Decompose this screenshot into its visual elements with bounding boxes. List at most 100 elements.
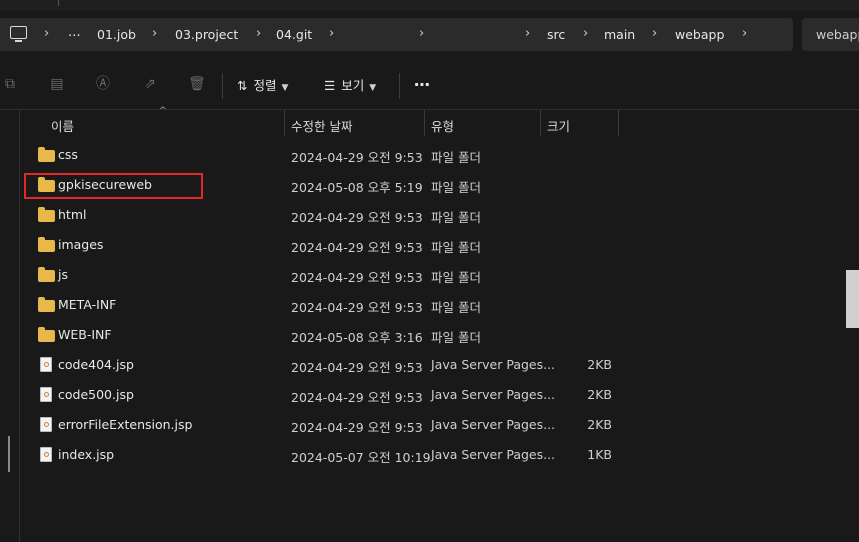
chevron-right-icon[interactable]: ›	[742, 26, 747, 41]
file-modified: 2024-04-29 오전 9:53	[291, 210, 423, 225]
search-box[interactable]: webapp	[802, 18, 859, 51]
file-size: 2KB	[587, 387, 612, 402]
file-type: 파일 폴더	[431, 270, 481, 285]
file-modified: 2024-05-07 오전 10:19	[291, 450, 431, 465]
file-row[interactable]: js 2024-04-29 오전 9:53 파일 폴더	[20, 259, 846, 289]
file-row[interactable]: errorFileExtension.jsp 2024-04-29 오전 9:53…	[20, 409, 846, 439]
jsp-file-icon	[40, 417, 52, 432]
column-header-size[interactable]: 크기	[541, 110, 618, 136]
column-separator[interactable]	[618, 110, 619, 136]
command-bar: ⧉ ▤ Ⓐ ⇗ 🗑 ⇅ 정렬 ▼ ☰ 보기 ▼ ⋯	[0, 60, 859, 108]
file-size: 1KB	[587, 447, 612, 462]
folder-icon	[38, 267, 55, 282]
breadcrumb-item-webapp[interactable]: webapp	[675, 27, 724, 42]
rename-icon[interactable]: Ⓐ	[95, 76, 111, 92]
this-pc-icon[interactable]	[10, 26, 27, 42]
sort-label: 정렬	[253, 78, 277, 93]
file-row[interactable]: gpkisecureweb 2024-05-08 오후 5:19 파일 폴더	[20, 169, 846, 199]
folder-icon	[38, 237, 55, 252]
file-name: css	[58, 147, 78, 162]
file-name: html	[58, 207, 87, 222]
file-row[interactable]: code500.jsp 2024-04-29 오전 9:53 Java Server…	[20, 379, 846, 409]
folder-icon	[38, 177, 55, 192]
breadcrumb-item-src[interactable]: src	[547, 27, 565, 42]
file-modified: 2024-05-08 오후 3:16	[291, 330, 423, 345]
chevron-right-icon[interactable]: ›	[652, 26, 657, 41]
sort-icon: ⇅	[237, 78, 248, 93]
file-modified: 2024-04-29 오전 9:53	[291, 300, 423, 315]
file-type: 파일 폴더	[431, 180, 481, 195]
folder-icon	[38, 147, 55, 162]
file-name: WEB-INF	[58, 327, 112, 342]
breadcrumb-item-01-job[interactable]: 01.job	[97, 27, 136, 42]
delete-icon[interactable]: 🗑	[188, 76, 206, 92]
file-modified: 2024-04-29 오전 9:53	[291, 360, 423, 375]
file-type: 파일 폴더	[431, 150, 481, 165]
file-type: Java Server Pages...	[431, 357, 556, 372]
chevron-right-icon[interactable]: ›	[152, 26, 157, 41]
file-row[interactable]: code404.jsp 2024-04-29 오전 9:53 Java Server…	[20, 349, 846, 379]
file-name: js	[58, 267, 68, 282]
file-modified: 2024-04-29 오전 9:53	[291, 270, 423, 285]
file-name: code404.jsp	[58, 357, 134, 372]
file-row[interactable]: WEB-INF 2024-05-08 오후 3:16 파일 폴더	[20, 319, 846, 349]
title-strip	[0, 0, 859, 10]
file-name: code500.jsp	[58, 387, 134, 402]
more-options-button[interactable]: ⋯	[414, 75, 431, 94]
file-type: Java Server Pages...	[431, 447, 556, 462]
file-modified: 2024-04-29 오전 9:53	[291, 150, 423, 165]
column-header-name[interactable]: 이름	[20, 110, 284, 136]
view-button[interactable]: ☰ 보기 ▼	[324, 75, 376, 94]
chevron-down-icon: ▼	[369, 83, 377, 93]
toolbar-divider	[399, 73, 400, 99]
chevron-right-icon[interactable]: ›	[44, 26, 49, 41]
file-modified: 2024-04-29 오전 9:53	[291, 420, 423, 435]
breadcrumb-item-03-project[interactable]: 03.project	[175, 27, 238, 42]
column-header-type[interactable]: 유형	[425, 110, 540, 136]
file-name: errorFileExtension.jsp	[58, 417, 193, 432]
file-type: 파일 폴더	[431, 330, 481, 345]
chevron-right-icon[interactable]: ›	[419, 26, 424, 41]
file-row[interactable]: css 2024-04-29 오전 9:53 파일 폴더	[20, 139, 846, 169]
sort-ascending-icon: ^	[159, 106, 167, 116]
file-row[interactable]: images 2024-04-29 오전 9:53 파일 폴더	[20, 229, 846, 259]
toolbar-divider	[222, 73, 223, 99]
vertical-scrollbar-thumb[interactable]	[846, 270, 859, 328]
file-size: 2KB	[587, 357, 612, 372]
column-header-size-label: 크기	[547, 119, 571, 134]
chevron-right-icon[interactable]: ›	[329, 26, 334, 41]
chevron-right-icon[interactable]: ›	[583, 26, 588, 41]
jsp-file-icon	[40, 447, 52, 462]
file-modified: 2024-05-08 오후 5:19	[291, 180, 423, 195]
file-row[interactable]: html 2024-04-29 오전 9:53 파일 폴더	[20, 199, 846, 229]
jsp-file-icon	[40, 357, 52, 372]
file-type: 파일 폴더	[431, 300, 481, 315]
title-strip-divider	[58, 0, 59, 6]
column-header-modified[interactable]: 수정한 날짜	[285, 110, 424, 136]
jsp-file-icon	[40, 387, 52, 402]
address-bar[interactable]: › ⋯ 01.job › 03.project › 04.git › › › s…	[0, 18, 793, 51]
breadcrumb-item-main[interactable]: main	[604, 27, 635, 42]
copy-icon[interactable]: ⧉	[2, 76, 18, 92]
chevron-right-icon[interactable]: ›	[525, 26, 530, 41]
file-row[interactable]: META-INF 2024-04-29 오전 9:53 파일 폴더	[20, 289, 846, 319]
file-type: 파일 폴더	[431, 240, 481, 255]
share-icon[interactable]: ⇗	[142, 76, 158, 92]
folder-icon	[38, 207, 55, 222]
breadcrumb-overflow-button[interactable]: ⋯	[68, 27, 82, 42]
breadcrumb-item-04-git[interactable]: 04.git	[276, 27, 312, 42]
file-type: Java Server Pages...	[431, 387, 556, 402]
sort-button[interactable]: ⇅ 정렬 ▼	[237, 75, 288, 94]
column-header-modified-label: 수정한 날짜	[291, 119, 353, 134]
file-modified: 2024-04-29 오전 9:53	[291, 390, 423, 405]
file-type: Java Server Pages...	[431, 417, 556, 432]
view-lines-icon: ☰	[324, 78, 336, 93]
chevron-right-icon[interactable]: ›	[256, 26, 261, 41]
file-size: 2KB	[587, 417, 612, 432]
file-row[interactable]: index.jsp 2024-05-07 오전 10:19 Java Server …	[20, 439, 846, 469]
folder-icon	[38, 327, 55, 342]
folder-icon	[38, 297, 55, 312]
navigation-pane-scrollbar[interactable]	[8, 436, 10, 472]
paste-icon[interactable]: ▤	[49, 76, 65, 92]
column-header-name-label: 이름	[51, 119, 75, 134]
